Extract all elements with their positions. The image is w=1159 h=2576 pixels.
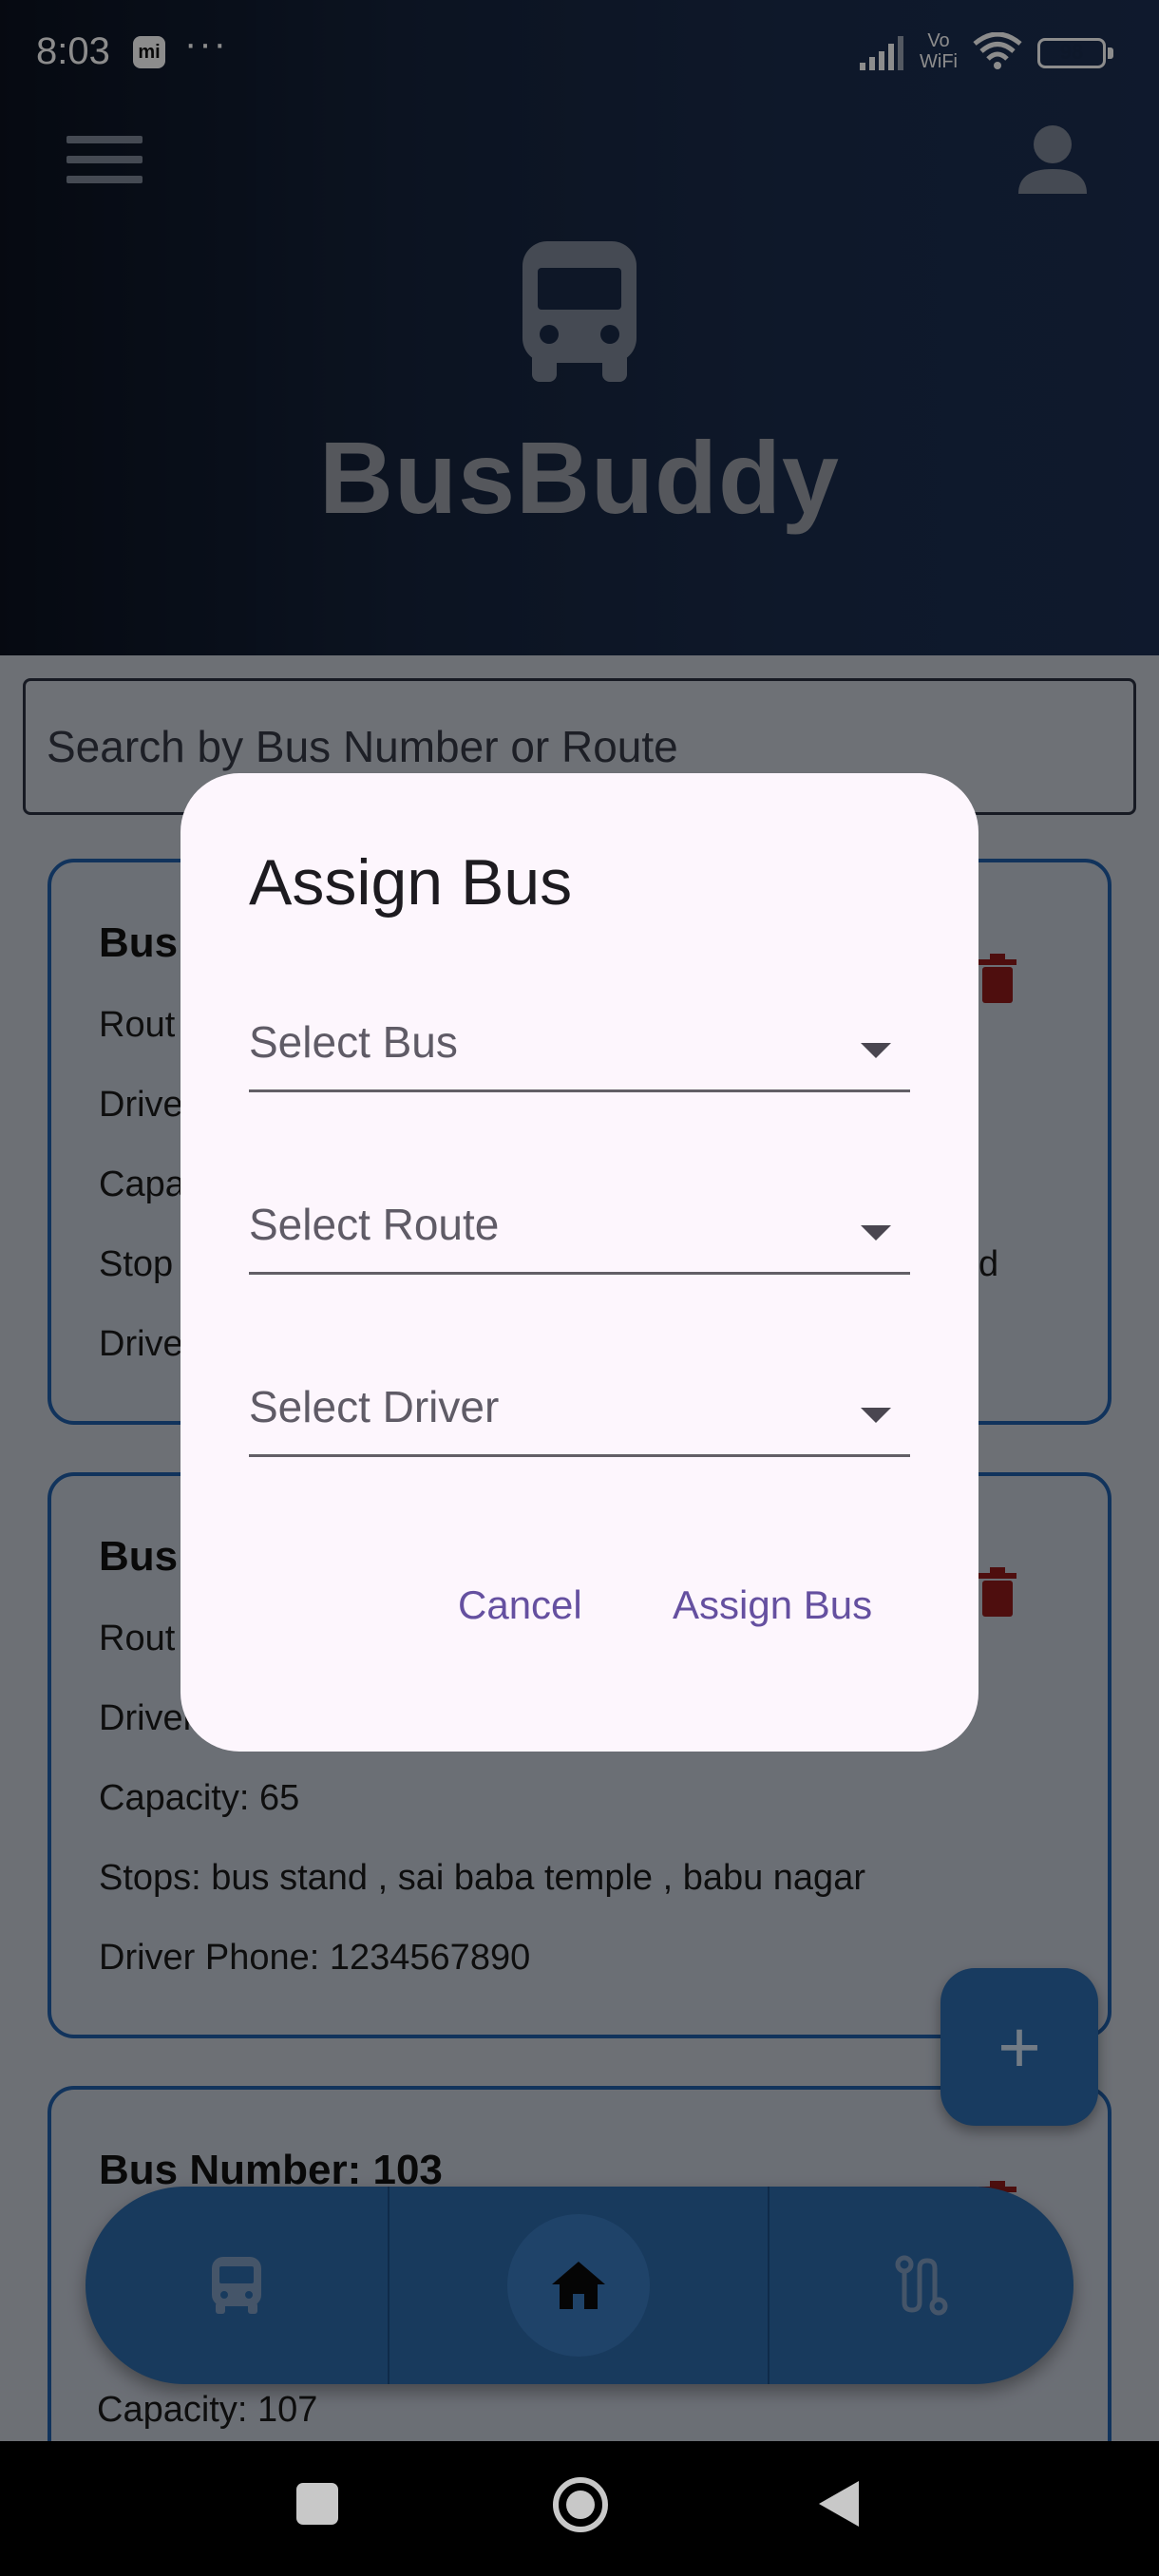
- dialog-title: Assign Bus: [249, 846, 573, 919]
- assign-bus-dialog: Assign Bus Select Bus Select Route Selec…: [180, 773, 978, 1752]
- recent-apps-button[interactable]: [296, 2483, 338, 2525]
- select-route-dropdown[interactable]: Select Route: [249, 1170, 910, 1275]
- assign-bus-button[interactable]: Assign Bus: [673, 1582, 872, 1628]
- system-navigation-bar: [0, 2441, 1159, 2576]
- home-button-inner: [566, 2491, 595, 2519]
- dropdown-arrow-icon: [861, 1408, 891, 1423]
- select-route-label: Select Route: [249, 1200, 500, 1249]
- dropdown-arrow-icon: [861, 1225, 891, 1241]
- home-button[interactable]: [553, 2477, 608, 2532]
- dropdown-arrow-icon: [861, 1043, 891, 1058]
- back-button[interactable]: [819, 2481, 859, 2527]
- select-driver-dropdown[interactable]: Select Driver: [249, 1353, 910, 1457]
- select-bus-label: Select Bus: [249, 1017, 458, 1067]
- select-driver-label: Select Driver: [249, 1382, 500, 1431]
- select-bus-dropdown[interactable]: Select Bus: [249, 988, 910, 1092]
- cancel-button[interactable]: Cancel: [458, 1582, 582, 1628]
